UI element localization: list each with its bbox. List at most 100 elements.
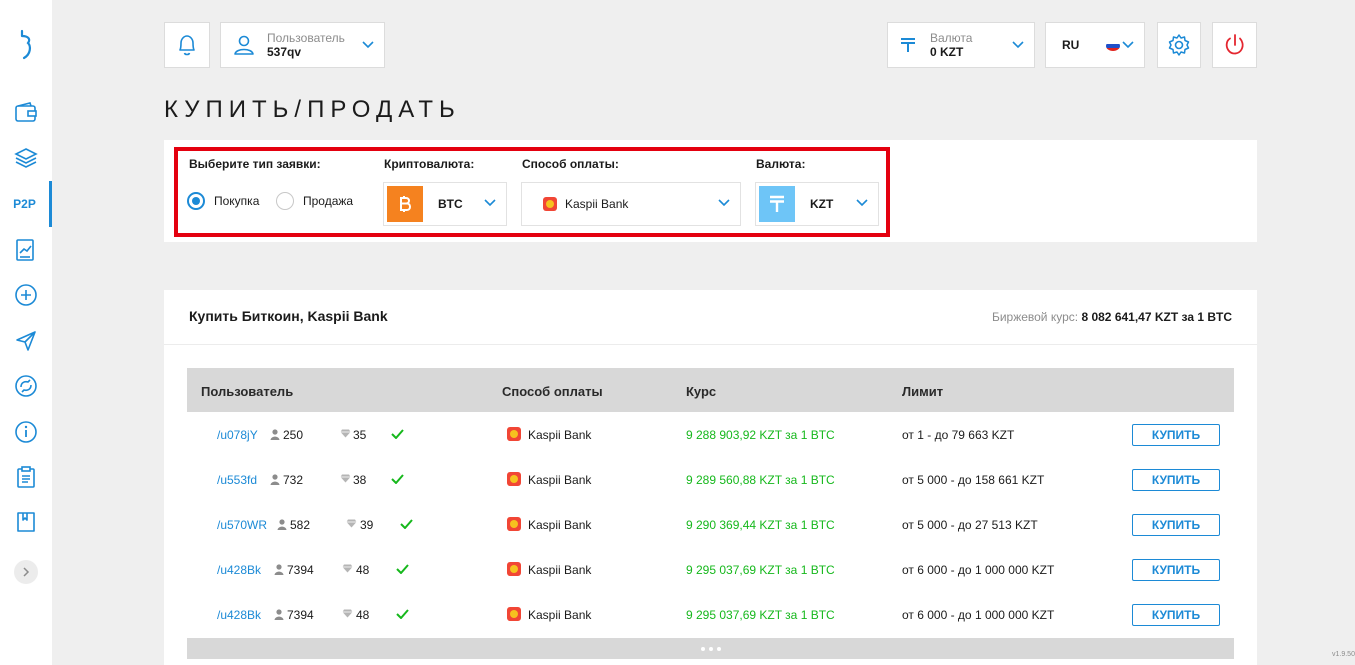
payment-method: Kaspii Bank <box>528 473 592 487</box>
notifications-button[interactable] <box>164 22 210 68</box>
radio-buy-label: Покупка <box>214 194 260 208</box>
bell-icon <box>179 35 195 56</box>
buy-button[interactable]: КУПИТЬ <box>1132 604 1220 626</box>
sidebar-item-p2p-label: P2P <box>13 197 36 211</box>
payment-method-select[interactable]: Kaspii Bank <box>521 182 741 226</box>
rating-value: 38 <box>353 473 367 487</box>
radio-sell-indicator <box>276 192 294 210</box>
deals-count: 7394 <box>287 608 314 622</box>
fiat-currency-select[interactable]: KZT <box>755 182 879 226</box>
person-icon <box>274 564 284 575</box>
offers-table-header: Пользователь Способ оплаты Курс Лимит <box>187 368 1234 412</box>
settings-button[interactable] <box>1157 22 1201 68</box>
chart-report-icon <box>16 239 34 261</box>
rating-value: 39 <box>360 518 374 532</box>
buy-button[interactable]: КУПИТЬ <box>1132 424 1220 446</box>
sidebar-item-wallet[interactable] <box>0 90 52 136</box>
send-icon <box>16 331 36 351</box>
sidebar-item-exchange[interactable] <box>0 363 52 409</box>
logout-button[interactable] <box>1212 22 1257 68</box>
offers-title: Купить Биткоин, Kaspii Bank <box>189 308 388 324</box>
user-link[interactable]: /u428Bk <box>217 608 261 622</box>
power-icon <box>1225 34 1244 55</box>
table-row: /u428Bk 7394 48 Kaspii Bank 9 295 037,69 KZT… <box>187 548 1234 593</box>
column-header-method: Способ оплаты <box>502 384 603 399</box>
rating-value: 48 <box>356 563 370 577</box>
crypto-select[interactable]: BTC <box>383 182 507 226</box>
sidebar-item-reports[interactable] <box>0 227 52 273</box>
sidebar-item-add[interactable] <box>0 272 52 318</box>
payment-method: Kaspii Bank <box>528 608 592 622</box>
chevron-down-icon <box>484 199 496 207</box>
currency-label: Валюта <box>930 30 973 45</box>
table-row: /u553fd 732 38 Kaspii Bank 9 289 560,88 KZT … <box>187 458 1234 503</box>
payment-method: Kaspii Bank <box>528 518 592 532</box>
currency-dropdown[interactable]: Валюта 0 KZT <box>887 22 1035 68</box>
sidebar-expand-button[interactable] <box>14 560 38 584</box>
tenge-icon <box>901 38 915 52</box>
chevron-down-icon <box>1012 41 1024 49</box>
more-dot-icon <box>700 646 705 651</box>
layers-icon <box>14 148 38 168</box>
language-dropdown[interactable]: RU <box>1045 22 1145 68</box>
column-header-limit: Лимит <box>902 384 944 399</box>
radio-sell[interactable]: Продажа <box>276 192 353 210</box>
exchange-rate: Биржевой курс: 8 082 641,47 KZT за 1 BTC <box>992 310 1232 324</box>
offer-rate: 9 289 560,88 KZT за 1 BTC <box>686 473 835 487</box>
crypto-label: Криптовалюта: <box>384 157 475 171</box>
kaspi-logo-icon <box>507 427 521 441</box>
kaspi-logo-icon <box>507 562 521 576</box>
kaspi-logo-icon <box>507 472 521 486</box>
diamond-icon <box>340 429 351 438</box>
page-title: КУПИТЬ/ПРОДАТЬ <box>164 96 461 123</box>
more-dot-icon <box>716 646 721 651</box>
offer-rate: 9 295 037,69 KZT за 1 BTC <box>686 563 835 577</box>
column-header-user: Пользователь <box>201 384 294 399</box>
user-link[interactable]: /u570WR <box>217 518 267 532</box>
offer-limit: от 6 000 - до 1 000 000 KZT <box>902 608 1055 622</box>
person-icon <box>270 474 280 485</box>
sidebar-item-info[interactable] <box>0 409 52 455</box>
chevron-down-icon <box>718 199 730 207</box>
logo-icon[interactable] <box>0 28 52 62</box>
rating-value: 35 <box>353 428 367 442</box>
person-icon <box>270 429 280 440</box>
load-more-button[interactable] <box>187 638 1234 659</box>
deals-count: 582 <box>290 518 311 532</box>
person-icon <box>277 519 287 530</box>
tenge-icon <box>759 186 795 222</box>
user-link[interactable]: /u428Bk <box>217 563 261 577</box>
sidebar-item-send[interactable] <box>0 318 52 364</box>
user-label: Пользователь <box>267 30 345 45</box>
deals-count: 732 <box>283 473 304 487</box>
deals-count: 7394 <box>287 563 314 577</box>
offer-limit: от 6 000 - до 1 000 000 KZT <box>902 563 1055 577</box>
sidebar-item-layers[interactable] <box>0 135 52 181</box>
verified-check-icon <box>400 519 413 529</box>
radio-buy[interactable]: Покупка <box>187 192 259 210</box>
user-name: 537qv <box>267 44 302 59</box>
user-menu-dropdown[interactable]: Пользователь 537qv <box>220 22 385 68</box>
exchange-icon <box>15 375 37 397</box>
exchange-rate-label: Биржевой курс: <box>991 310 1079 324</box>
buy-button[interactable]: КУПИТЬ <box>1132 514 1220 536</box>
buy-button[interactable]: КУПИТЬ <box>1132 559 1220 581</box>
deals-count: 250 <box>283 428 304 442</box>
sidebar-item-clipboard[interactable] <box>0 454 52 500</box>
diamond-icon <box>342 609 353 618</box>
plus-circle-icon <box>15 284 37 306</box>
verified-check-icon <box>391 474 404 484</box>
offer-limit: от 1 - до 79 663 KZT <box>902 428 1015 442</box>
verified-check-icon <box>396 609 409 619</box>
app-version: v1.9.50 <box>1332 651 1355 658</box>
buy-button[interactable]: КУПИТЬ <box>1132 469 1220 491</box>
sidebar-item-p2p[interactable]: P2P <box>0 181 52 227</box>
user-link[interactable]: /u553fd <box>217 473 257 487</box>
sidebar: P2P <box>0 0 52 665</box>
user-link[interactable]: /u078jY <box>217 428 258 442</box>
sidebar-item-book[interactable] <box>0 499 52 545</box>
radio-sell-label: Продажа <box>303 194 354 208</box>
gear-icon <box>1168 34 1190 56</box>
payment-method: Kaspii Bank <box>528 563 592 577</box>
currency-balance: 0 KZT <box>930 44 964 59</box>
